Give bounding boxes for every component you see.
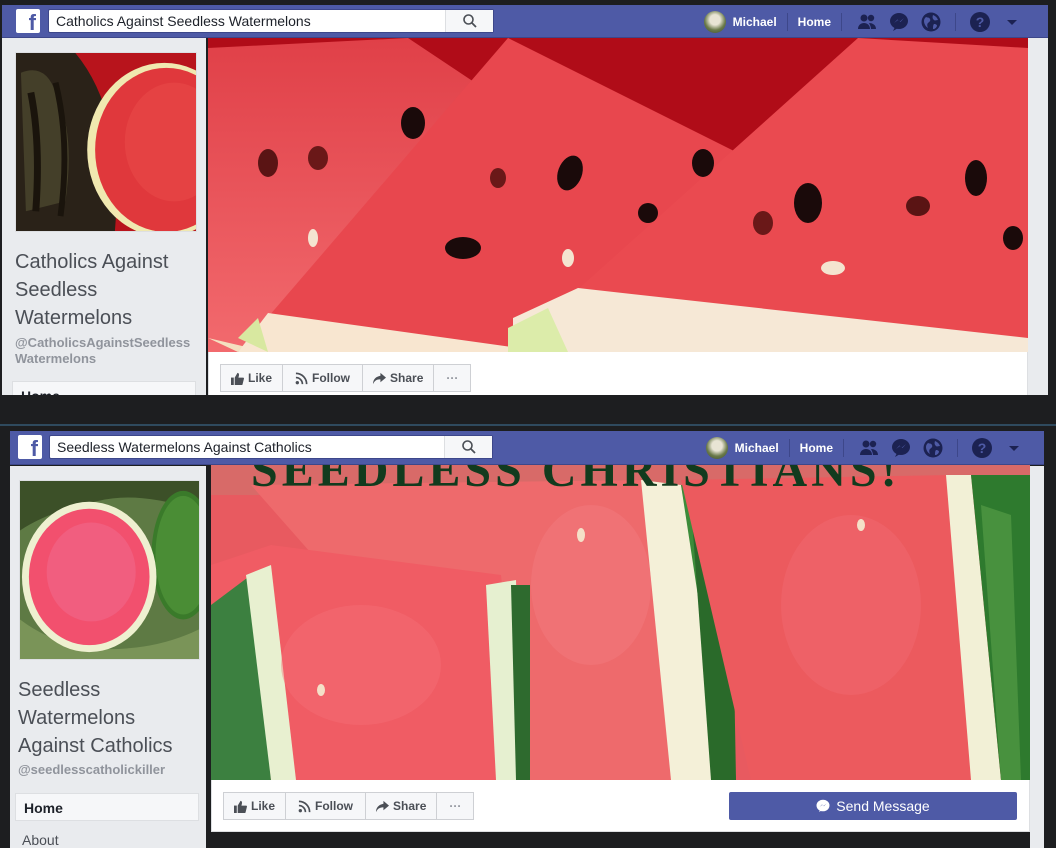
avatar[interactable]: [705, 437, 728, 459]
top-nav-bar: f Michael Home ?: [2, 5, 1048, 38]
help-icon[interactable]: ?: [969, 11, 991, 33]
caret-down-icon[interactable]: [1001, 11, 1023, 33]
more-button[interactable]: ···: [436, 792, 475, 820]
like-label: Like: [248, 371, 273, 385]
search-button[interactable]: [445, 10, 493, 32]
profile-picture[interactable]: [19, 480, 215, 660]
nav-right: Michael Home ?: [705, 431, 1030, 465]
send-message-button[interactable]: Send Message: [729, 792, 1017, 820]
share-arrow-icon: [373, 372, 387, 384]
svg-text:?: ?: [976, 14, 985, 30]
sidebar-item-about[interactable]: About: [22, 832, 59, 848]
page-handle[interactable]: @CatholicsAgainstSeedlessWatermelons: [15, 335, 200, 367]
rss-follow-icon: [295, 372, 308, 384]
top-nav-bar: f Michael Home ?: [10, 431, 1044, 465]
follow-label: Follow: [315, 799, 354, 813]
search-box: [49, 435, 493, 459]
screenshot-bottom: f Michael Home ?: [0, 428, 1056, 848]
like-button[interactable]: Like: [220, 364, 284, 392]
friends-icon[interactable]: [858, 437, 880, 459]
thumbs-up-icon: [234, 800, 247, 813]
home-link[interactable]: Home: [790, 441, 843, 455]
screenshot-top: f Michael Home ?: [0, 0, 1056, 395]
rss-follow-icon: [298, 800, 311, 812]
page-name-line: Watermelons: [18, 707, 136, 729]
caret-down-icon[interactable]: [1003, 437, 1025, 459]
messenger-icon[interactable]: [888, 11, 910, 33]
nav-divider: [957, 439, 958, 457]
facebook-logo-icon[interactable]: f: [18, 435, 42, 459]
page-handle[interactable]: @seedlesscatholickiller: [18, 762, 203, 778]
share-button[interactable]: Share: [362, 364, 435, 392]
cover-photo[interactable]: [208, 38, 1028, 352]
sidebar-item-home[interactable]: Home: [12, 381, 196, 395]
page-name-line: Watermelons: [15, 307, 133, 329]
help-icon[interactable]: ?: [971, 437, 993, 459]
page-action-bar: Like Follow Share ··· Send Message: [211, 780, 1030, 832]
search-input[interactable]: [50, 436, 450, 458]
seedless-watermelon-slices-image: [211, 465, 1030, 780]
share-button[interactable]: Share: [365, 792, 438, 820]
thumbs-up-icon: [231, 372, 244, 385]
search-box: [48, 9, 494, 33]
like-label: Like: [251, 799, 276, 813]
watermelon-slices-image: [208, 38, 1028, 352]
follow-button[interactable]: Follow: [285, 792, 367, 820]
page-name-line: Catholics Against: [15, 251, 169, 273]
share-label: Share: [393, 799, 427, 813]
home-link[interactable]: Home: [788, 15, 841, 29]
nav-divider: [955, 12, 956, 31]
friends-icon[interactable]: [856, 11, 878, 33]
more-button[interactable]: ···: [433, 364, 472, 392]
nav-divider: [843, 439, 844, 457]
nav-divider: [841, 12, 842, 31]
search-icon: [461, 440, 476, 454]
page-name[interactable]: Catholics Against Seedless Watermelons: [15, 248, 200, 332]
profile-picture[interactable]: [15, 52, 242, 237]
page-action-bar: Like Follow Share ···: [208, 352, 1028, 395]
globe-icon[interactable]: [922, 437, 944, 459]
seedless-watermelon-image: [20, 481, 215, 659]
follow-button[interactable]: Follow: [282, 364, 364, 392]
right-gutter: [1028, 38, 1048, 395]
action-buttons: Like Follow Share ···: [220, 364, 472, 392]
avatar[interactable]: [703, 10, 726, 33]
right-gutter: [1030, 466, 1044, 848]
nav-right: Michael Home ?: [703, 5, 1028, 38]
page-name-line: Seedless: [15, 279, 98, 301]
svg-text:?: ?: [978, 440, 987, 456]
page-name-line: Seedless: [18, 679, 101, 701]
facebook-logo-icon[interactable]: f: [16, 9, 40, 33]
messenger-icon: [816, 799, 830, 812]
page-name-line: Against Catholics: [18, 735, 173, 757]
search-icon: [462, 14, 477, 28]
send-message-label: Send Message: [836, 798, 930, 814]
messenger-icon[interactable]: [890, 437, 912, 459]
screenshot-separator: [0, 424, 1056, 426]
follow-label: Follow: [312, 371, 351, 385]
profile-link[interactable]: Michael: [733, 15, 787, 29]
cover-overlay-text: SEEDLESS CHRISTIANS!: [251, 465, 901, 497]
share-arrow-icon: [376, 800, 390, 812]
share-label: Share: [390, 371, 424, 385]
cover-photo[interactable]: SEEDLESS CHRISTIANS!: [211, 465, 1030, 780]
globe-icon[interactable]: [920, 11, 942, 33]
page-name[interactable]: Seedless Watermelons Against Catholics: [18, 676, 203, 760]
profile-link[interactable]: Michael: [735, 441, 789, 455]
watermelon-halves-image: [16, 53, 242, 237]
search-input[interactable]: [49, 10, 449, 32]
search-button[interactable]: [444, 436, 492, 458]
sidebar-item-home[interactable]: Home: [15, 793, 199, 821]
like-button[interactable]: Like: [223, 792, 287, 820]
action-buttons: Like Follow Share ···: [223, 792, 475, 820]
